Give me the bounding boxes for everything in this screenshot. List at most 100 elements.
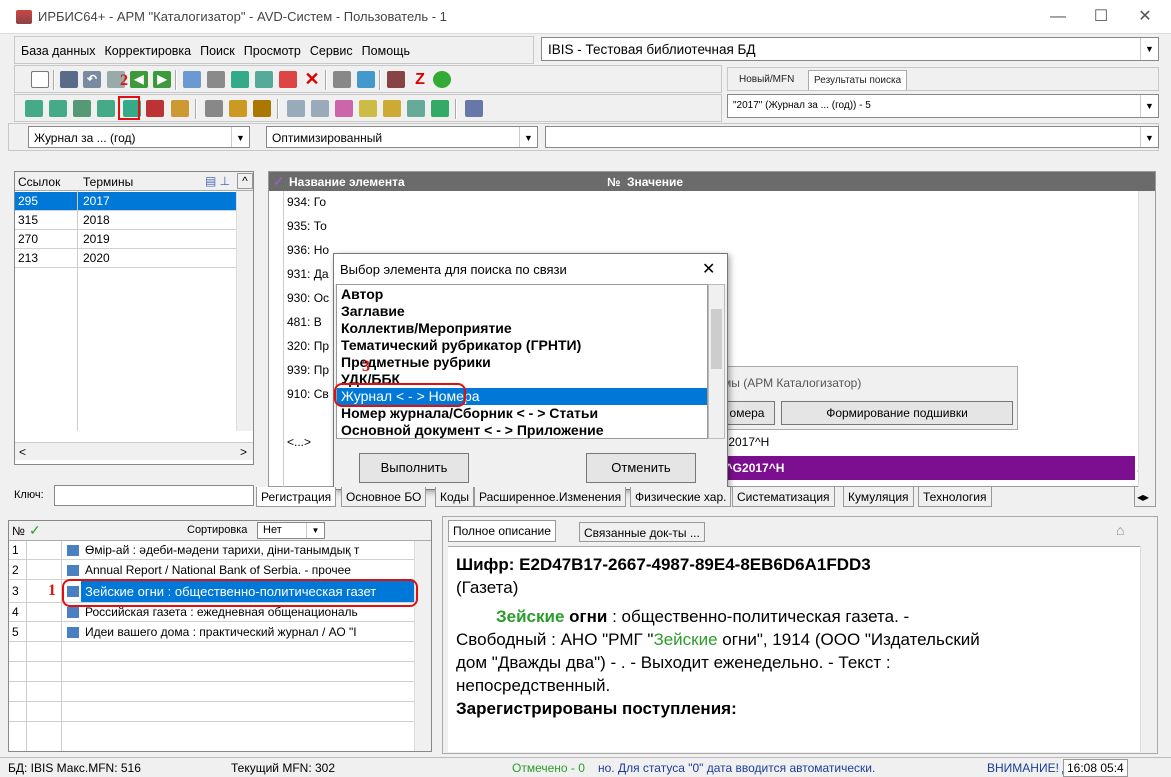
list-item[interactable]: 2 Annual Report / National Bank of Serbia… (9, 561, 431, 580)
cancel-button[interactable]: Отменить (586, 453, 696, 483)
chevron-down-icon[interactable]: ▼ (1140, 127, 1158, 147)
tab-physical[interactable]: Физические хар. (630, 487, 732, 507)
menu-database[interactable]: База данных (15, 37, 98, 58)
field-row[interactable]: 935: То (287, 219, 327, 233)
value-fragment-selected[interactable]: 7^G2017^H (719, 461, 784, 475)
field-row[interactable]: 939: Пр (287, 363, 329, 377)
export-icon[interactable] (357, 71, 375, 88)
database-select[interactable]: IBIS - Тестовая библиотечная БД ▼ (541, 37, 1159, 61)
form4-icon[interactable] (97, 100, 115, 117)
col-terms[interactable]: Термины (83, 175, 133, 189)
list-item[interactable]: Автор (337, 286, 707, 303)
tool-c-icon[interactable] (335, 100, 353, 117)
new-document-icon[interactable] (31, 71, 49, 88)
chevron-down-icon[interactable]: ▼ (1140, 38, 1158, 60)
col-number[interactable]: № (607, 175, 620, 189)
grid-icon[interactable] (207, 71, 225, 88)
field-row[interactable]: 910: Св (287, 387, 329, 401)
menu-service[interactable]: Сервис (304, 37, 356, 58)
print-icon[interactable] (333, 71, 351, 88)
table-row[interactable]: 315 2018 (15, 211, 253, 230)
form-binder-button[interactable]: Формирование подшивки (781, 401, 1013, 425)
chevron-down-icon[interactable]: ▼ (519, 127, 537, 147)
next-record-icon[interactable]: ▶ (153, 71, 171, 88)
form-icon[interactable] (25, 100, 43, 117)
dialog-scrollbar[interactable] (708, 284, 725, 439)
chevron-down-icon[interactable]: ▼ (231, 127, 249, 147)
eraser-icon[interactable] (146, 100, 164, 117)
field-row[interactable]: <...> (287, 435, 311, 449)
menu-search[interactable]: Поиск (194, 37, 238, 58)
tabs-scroll-icon[interactable]: ◂▸ (1134, 487, 1156, 507)
edit-icon[interactable] (279, 71, 297, 88)
minimize-button[interactable]: — (1043, 6, 1073, 28)
table-row[interactable]: 213 2020 (15, 249, 253, 268)
close-icon[interactable]: ✕ (702, 259, 715, 279)
list-item[interactable]: Коллектив/Мероприятие (337, 320, 707, 337)
settings-icon[interactable] (465, 100, 483, 117)
tab-cumulation[interactable]: Кумуляция (843, 487, 914, 507)
form3-icon[interactable] (73, 100, 91, 117)
undo-icon[interactable]: ↶ (83, 71, 101, 88)
print-icon[interactable]: ⌂ (1116, 522, 1124, 538)
folder-icon[interactable] (253, 100, 271, 117)
z-icon[interactable]: Z (411, 71, 429, 88)
scroll-up-icon[interactable]: ^ (237, 173, 253, 189)
form2-icon[interactable] (49, 100, 67, 117)
list-item[interactable]: 1 Өмір-ай : әдеби-мәдени тарихи, діни-тан… (9, 541, 431, 560)
h-scrollbar[interactable]: < > (15, 442, 253, 460)
tool-a-icon[interactable] (287, 100, 305, 117)
list-item[interactable]: 5 Идеи вашего дома : практический журнал … (9, 623, 431, 642)
menu-edit[interactable]: Корректировка (98, 37, 194, 58)
list-item[interactable]: Основной документ < - > Приложение (337, 422, 707, 438)
tool-f-icon[interactable] (407, 100, 425, 117)
table-row[interactable]: 270 2019 (15, 230, 253, 249)
tree-icon[interactable] (255, 71, 273, 88)
tab-codes[interactable]: Коды (435, 487, 475, 507)
term-input[interactable]: ▼ (545, 126, 1159, 148)
tool-d-icon[interactable] (359, 100, 377, 117)
maximize-button[interactable]: ☐ (1086, 6, 1116, 28)
tab-linked-docs[interactable]: Связанные док-ты ... (579, 522, 705, 542)
field-row[interactable]: 930: Ос (287, 291, 329, 305)
field-row[interactable]: 931: Да (287, 267, 329, 281)
execute-button[interactable]: Выполнить (359, 453, 469, 483)
tab-registration[interactable]: Регистрация (256, 487, 337, 507)
chain-icon[interactable] (205, 100, 223, 117)
tools-icon[interactable] (171, 100, 189, 117)
irbis-icon[interactable] (387, 71, 405, 88)
mode-select[interactable]: Оптимизированный ▼ (266, 126, 538, 148)
menu-view[interactable]: Просмотр (238, 37, 304, 58)
excel-icon[interactable] (431, 100, 449, 117)
list-item[interactable]: Заглавие (337, 303, 707, 320)
list-item[interactable]: Тематический рубрикатор (ГРНТИ) (337, 337, 707, 354)
pin-icon[interactable]: ▤ ⊥ (205, 174, 230, 188)
col-num[interactable]: № (12, 524, 25, 538)
close-button[interactable]: ✕ (1130, 6, 1160, 28)
menu-help[interactable]: Помощь (356, 37, 413, 58)
tool-b-icon[interactable] (311, 100, 329, 117)
tab-systematization[interactable]: Систематизация (732, 487, 835, 507)
tool-e-icon[interactable] (383, 100, 401, 117)
sort-select[interactable]: Нет ▼ (257, 522, 325, 539)
table-row[interactable]: 295 2017 (15, 192, 253, 211)
search-result-select[interactable]: "2017" (Журнал за ... (год)) - 5 ▼ (727, 94, 1159, 118)
list-item[interactable]: Предметные рубрики (337, 354, 707, 371)
list-item[interactable]: Номер журнала/Сборник < - > Статьи (337, 405, 707, 422)
col-element-name[interactable]: Название элемента (289, 175, 405, 189)
tab-main-bo[interactable]: Основное БО (341, 487, 427, 507)
field-row[interactable]: 934: Го (287, 195, 326, 209)
check-icon[interactable]: ✓ (29, 522, 41, 539)
delete-icon[interactable]: ✕ (303, 70, 321, 88)
save-icon[interactable] (60, 71, 78, 88)
tag-icon[interactable] (231, 71, 249, 88)
key-input[interactable] (54, 485, 254, 506)
tab-technology[interactable]: Технология (918, 487, 992, 507)
col-value[interactable]: Значение (627, 175, 683, 189)
chevron-down-icon[interactable]: ▼ (1140, 95, 1158, 117)
field-row[interactable]: 936: Но (287, 243, 329, 257)
col-links[interactable]: Ссылок (18, 175, 60, 189)
paste-icon[interactable] (229, 100, 247, 117)
status-icon[interactable] (433, 71, 451, 88)
list-icon[interactable] (183, 71, 201, 88)
